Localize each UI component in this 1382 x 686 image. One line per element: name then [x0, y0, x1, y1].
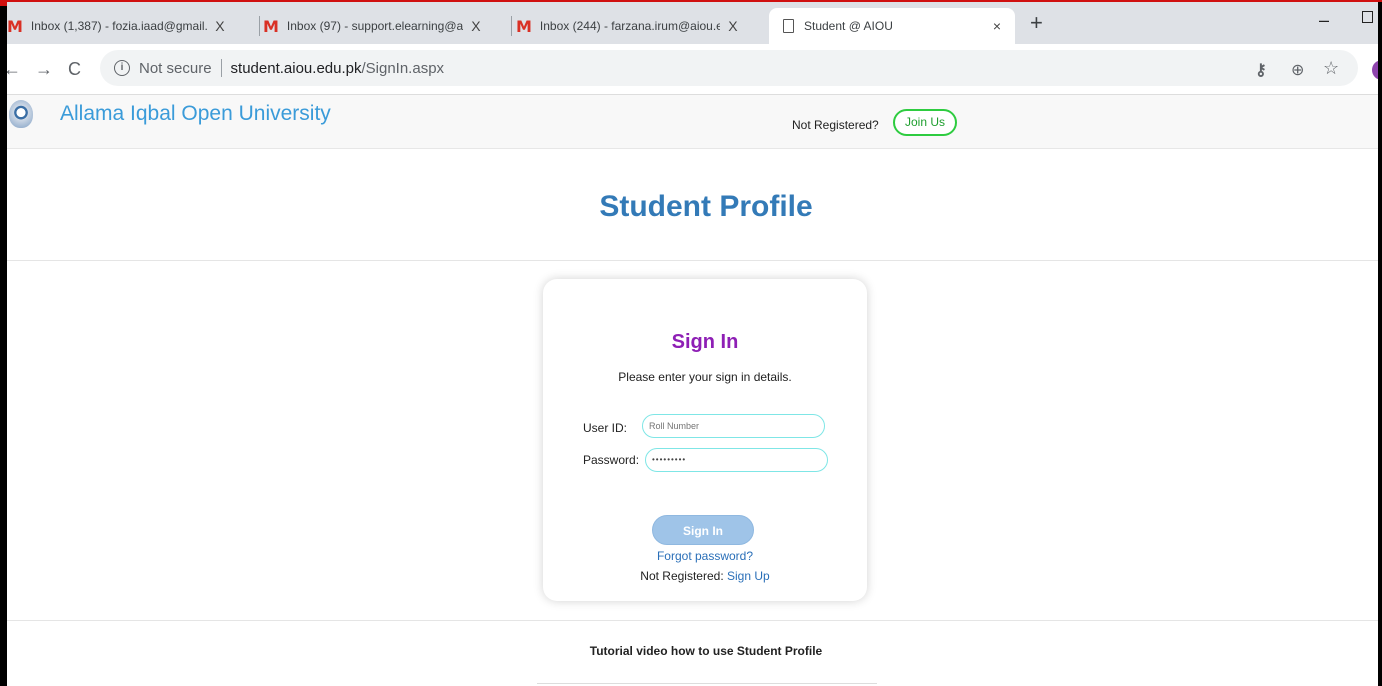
browser-toolbar: ← → C i Not secure student.aiou.edu.pk/S…	[7, 44, 1378, 95]
password-input[interactable]: •••••••••	[645, 448, 828, 472]
close-icon[interactable]: X	[726, 18, 740, 34]
tab-gmail-2[interactable]: M Inbox (97) - support.elearning@aiou.ed…	[263, 8, 512, 44]
forgot-password-link[interactable]: Forgot password?	[543, 549, 867, 563]
not-registered-text: Not Registered:	[640, 569, 724, 583]
address-bar[interactable]: i Not secure student.aiou.edu.pk/SignIn.…	[100, 50, 1358, 86]
tab-title: Inbox (1,387) - fozia.iaad@gmail.com	[30, 19, 207, 33]
bookmark-star-icon[interactable]: ☆	[1323, 58, 1339, 79]
gmail-icon: M	[263, 16, 279, 36]
url-path: /SignIn.aspx	[361, 59, 445, 77]
back-arrow-icon[interactable]: ←	[7, 59, 21, 80]
browser-window: M Inbox (1,387) - fozia.iaad@gmail.com X…	[7, 2, 1378, 686]
tab-gmail-3[interactable]: M Inbox (244) - farzana.irum@aiou.edu.pk…	[516, 8, 768, 44]
page-icon	[783, 19, 794, 33]
signin-card: Sign In Please enter your sign in detail…	[543, 279, 867, 601]
tutorial-heading: Tutorial video how to use Student Profil…	[589, 644, 823, 658]
tab-gmail-1[interactable]: M Inbox (1,387) - fozia.iaad@gmail.com X	[7, 8, 260, 44]
minimize-icon[interactable]: –	[1319, 10, 1329, 31]
gmail-icon: M	[516, 16, 532, 36]
site-header: Allama Iqbal Open University Not Registe…	[7, 95, 1378, 149]
signin-heading: Sign In	[671, 331, 739, 353]
close-icon[interactable]: X	[469, 18, 483, 34]
title-section: Student Profile	[7, 149, 1378, 261]
info-icon[interactable]: i	[114, 60, 130, 76]
page-content: Allama Iqbal Open University Not Registe…	[7, 95, 1378, 686]
page-title: Student Profile	[599, 190, 813, 223]
brand-link[interactable]: Allama Iqbal Open University	[60, 102, 331, 126]
tutorial-section: Tutorial video how to use Student Profil…	[7, 620, 1378, 686]
zoom-icon[interactable]: ⊕	[1291, 60, 1304, 80]
signin-button[interactable]: Sign In	[652, 515, 754, 545]
new-tab-button[interactable]: +	[1030, 12, 1043, 34]
password-label: Password:	[583, 453, 640, 467]
user-id-label: User ID:	[583, 421, 628, 435]
tab-title: Inbox (244) - farzana.irum@aiou.edu.pk	[539, 19, 720, 33]
gmail-icon: M	[7, 16, 23, 36]
key-icon[interactable]: ⚷	[1255, 60, 1267, 80]
close-icon[interactable]: X	[213, 18, 227, 34]
not-registered-label: Not Registered?	[792, 118, 879, 132]
maximize-icon[interactable]	[1362, 11, 1373, 23]
join-us-button[interactable]: Join Us	[893, 109, 957, 136]
close-icon[interactable]: ×	[990, 18, 1004, 34]
signin-subtitle: Please enter your sign in details.	[618, 370, 792, 384]
reload-icon[interactable]: C	[68, 59, 81, 80]
tab-title: Student @ AIOU	[804, 19, 893, 33]
tab-strip: M Inbox (1,387) - fozia.iaad@gmail.com X…	[7, 2, 1378, 44]
url-host: student.aiou.edu.pk	[230, 59, 362, 77]
user-id-input[interactable]	[642, 414, 825, 438]
not-registered-row: Not Registered: Sign Up	[543, 569, 867, 583]
sign-up-link[interactable]: Sign Up	[727, 569, 770, 583]
not-secure-label: Not secure	[139, 59, 212, 77]
university-logo	[9, 100, 33, 128]
tab-title: Inbox (97) - support.elearning@aiou.edu.…	[286, 19, 463, 33]
forward-arrow-icon[interactable]: →	[35, 59, 53, 80]
profile-avatar[interactable]	[1372, 60, 1378, 80]
tab-student-aiou[interactable]: Student @ AIOU ×	[769, 8, 1015, 44]
